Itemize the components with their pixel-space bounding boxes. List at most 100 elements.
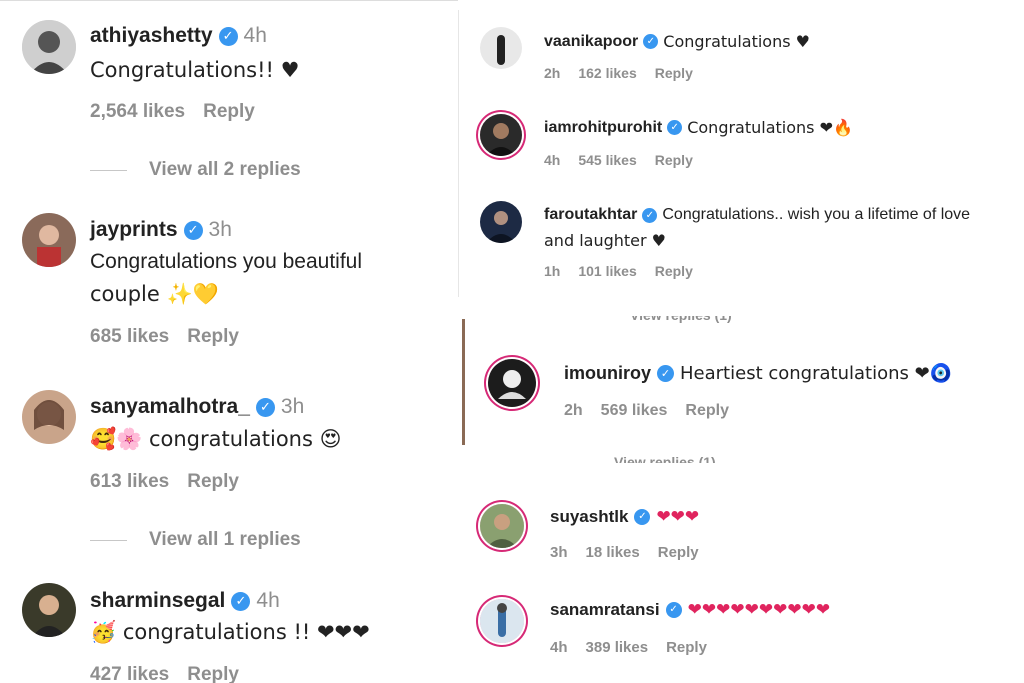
username[interactable]: athiyashetty — [90, 24, 213, 48]
timestamp: 4h — [256, 589, 280, 612]
comment-meta: 427 likes Reply — [90, 664, 239, 683]
like-count[interactable]: 2,564 likes — [90, 101, 185, 122]
thread-line — [462, 319, 465, 445]
avatar-story[interactable] — [480, 599, 524, 643]
verified-icon: ✓ — [657, 365, 675, 382]
comment-text: Heartiest congratulations ❤🧿 — [680, 363, 953, 384]
comment-text: Congratulations!! ♥ — [90, 58, 300, 82]
divider-line — [90, 539, 127, 541]
comment-meta: 3h 18 likes Reply — [550, 544, 699, 561]
comment-text: ❤❤❤ — [656, 507, 700, 527]
view-replies[interactable]: View all 2 replies — [90, 159, 301, 181]
view-replies-label: View all 1 replies — [149, 529, 301, 550]
avatar[interactable] — [480, 27, 522, 69]
comment-meta: 2h 162 likes Reply — [544, 65, 693, 81]
username[interactable]: vaanikapoor — [544, 33, 638, 51]
timestamp: 3h — [208, 218, 232, 241]
avatar[interactable] — [22, 20, 76, 74]
reply-button[interactable]: Reply — [658, 544, 699, 561]
reply-button[interactable]: Reply — [666, 639, 707, 656]
comment-text: Congratulations ❤🔥 — [687, 118, 853, 137]
comment-text-line2: and laughter ♥ — [544, 231, 666, 250]
like-count[interactable]: 18 likes — [586, 544, 640, 561]
comment-meta: 4h 389 likes Reply — [550, 639, 707, 656]
like-count[interactable]: 569 likes — [601, 402, 668, 419]
comment-text: ❤❤❤❤❤❤❤❤❤❤ — [687, 600, 831, 620]
comment-meta: 685 likes Reply — [90, 326, 239, 348]
timestamp: 2h — [544, 65, 561, 81]
reply-button[interactable]: Reply — [187, 664, 239, 683]
verified-icon: ✓ — [643, 34, 659, 49]
reply-button[interactable]: Reply — [655, 263, 693, 279]
comment-text: Congratulations ♥ — [663, 32, 810, 51]
verified-icon: ✓ — [667, 120, 683, 135]
timestamp: 3h — [550, 544, 568, 561]
verified-icon: ✓ — [255, 397, 275, 417]
avatar[interactable] — [480, 201, 522, 243]
username[interactable]: sharminsegal — [90, 589, 225, 613]
reply-button[interactable]: Reply — [655, 152, 693, 168]
reply-button[interactable]: Reply — [685, 402, 729, 419]
comment-text-line1: Congratulations you beautiful — [90, 250, 363, 273]
verified-icon: ✓ — [183, 220, 203, 240]
username[interactable]: suyashtlk — [550, 507, 628, 527]
comment-meta: 2,564 likes Reply — [90, 101, 255, 123]
avatar-story[interactable] — [480, 114, 522, 156]
username[interactable]: sanamratansi — [550, 600, 660, 620]
username[interactable]: faroutakhtar — [544, 206, 637, 224]
timestamp: 3h — [280, 395, 305, 418]
comment: athiyashetty ✓ 4h Congratulations!! ♥ 2,… — [0, 0, 458, 190]
comment-text-line1: Congratulations.. wish you a lifetime of… — [662, 206, 971, 223]
avatar[interactable] — [22, 390, 76, 444]
reply-button[interactable]: Reply — [203, 101, 255, 122]
avatar[interactable] — [22, 213, 76, 267]
timestamp: 1h — [544, 263, 561, 279]
like-count[interactable]: 162 likes — [578, 65, 636, 81]
username[interactable]: iamrohitpurohit — [544, 119, 662, 137]
timestamp: 2h — [564, 402, 583, 419]
avatar-story[interactable] — [488, 359, 536, 407]
timestamp: 4h — [550, 639, 568, 656]
like-count[interactable]: 613 likes — [90, 471, 169, 492]
verified-icon: ✓ — [665, 602, 682, 618]
reply-button[interactable]: Reply — [187, 326, 239, 347]
comment: sharminsegal ✓ 4h 🥳 congratulations !! ❤… — [0, 575, 458, 683]
right-bottom-comments-panel: View replies (1) suyashtlk ✓ ❤❤❤ 3h 18 li… — [462, 448, 1024, 683]
cut-mask-bottom — [462, 463, 1024, 473]
reply-button[interactable]: Reply — [655, 65, 693, 81]
like-count[interactable]: 389 likes — [586, 639, 649, 656]
comment-text-line2: couple ✨💛 — [90, 282, 219, 306]
left-comments-panel: athiyashetty ✓ 4h Congratulations!! ♥ 2,… — [0, 0, 458, 683]
timestamp: 4h — [544, 152, 561, 168]
avatar-story[interactable] — [480, 504, 524, 548]
view-replies[interactable]: View all 1 replies — [90, 529, 301, 551]
view-replies-label: View all 2 replies — [149, 159, 301, 180]
right-top-comments-panel: vaanikapoor ✓ Congratulations ♥ 2h 162 li… — [458, 0, 1024, 297]
reply-button[interactable]: Reply — [187, 471, 239, 492]
like-count[interactable]: 545 likes — [578, 152, 636, 168]
comment: sanyamalhotra_ ✓ 3h 🥰🌸 congratulations 😍… — [0, 380, 458, 565]
like-count[interactable]: 685 likes — [90, 326, 169, 347]
panel-border-left — [458, 10, 459, 297]
timestamp: 4h — [243, 24, 267, 47]
verified-icon: ✓ — [231, 591, 251, 611]
verified-icon: ✓ — [642, 207, 658, 223]
comment-meta: 1h 101 likes Reply — [544, 263, 693, 279]
comment-meta: 2h 569 likes Reply — [564, 402, 729, 420]
username[interactable]: sanyamalhotra_ — [90, 395, 250, 419]
right-middle-comment-panel: View replies (1) imouniroy ✓ Heartiest c… — [462, 305, 1024, 445]
cut-mask-top — [462, 305, 1024, 316]
username[interactable]: jayprints — [90, 218, 178, 242]
divider-line — [90, 169, 127, 171]
avatar[interactable] — [22, 583, 76, 637]
comment-text: 🥰🌸 congratulations 😍 — [90, 427, 342, 451]
like-count[interactable]: 427 likes — [90, 664, 169, 683]
verified-icon: ✓ — [634, 509, 651, 525]
comment-text: 🥳 congratulations !! ❤❤❤ — [90, 620, 370, 644]
username[interactable]: imouniroy — [564, 363, 651, 384]
comment: jayprints ✓ 3h Congratulations you beaut… — [0, 205, 458, 355]
verified-icon: ✓ — [218, 26, 238, 46]
like-count[interactable]: 101 likes — [578, 263, 636, 279]
comment-meta: 4h 545 likes Reply — [544, 152, 693, 168]
comment-meta: 613 likes Reply — [90, 471, 239, 493]
